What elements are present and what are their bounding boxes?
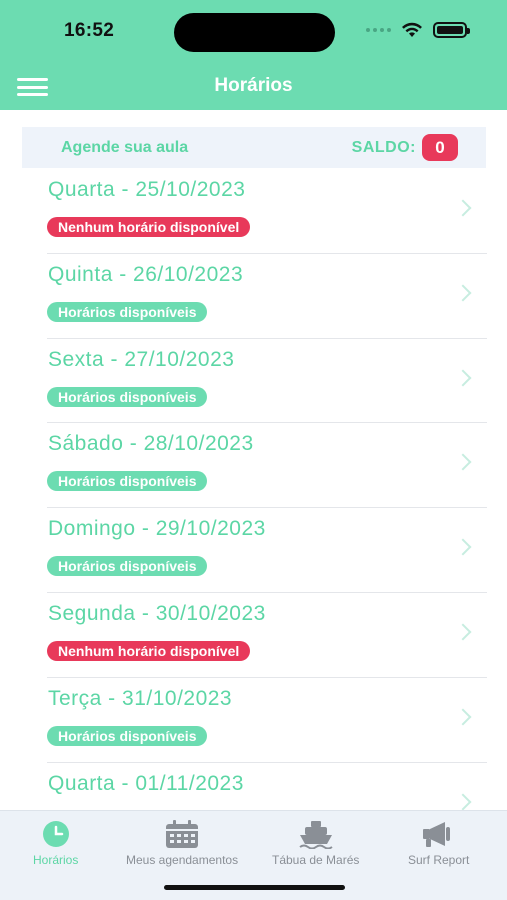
day-row[interactable]: Sábado - 28/10/2023 Horários disponíveis bbox=[47, 423, 487, 509]
battery-icon bbox=[433, 22, 470, 38]
day-title: Quinta - 26/10/2023 bbox=[48, 262, 244, 286]
chevron-right-icon bbox=[454, 538, 472, 556]
day-row[interactable]: Sexta - 27/10/2023 Horários disponíveis bbox=[47, 339, 487, 424]
app-header: 16:52 Horários bbox=[0, 0, 507, 110]
status-icons bbox=[366, 22, 470, 38]
tab-tabua-de-mares[interactable]: Tábua de Marés bbox=[272, 819, 359, 867]
day-title: Domingo - 29/10/2023 bbox=[48, 517, 266, 541]
chevron-right-icon bbox=[454, 453, 472, 471]
balance-label: SALDO: bbox=[351, 138, 416, 156]
tab-label: Meus agendamentos bbox=[126, 853, 239, 867]
wifi-icon bbox=[402, 22, 422, 37]
tab-label: Tábua de Marés bbox=[272, 853, 360, 867]
availability-badge: Nenhum horário disponível bbox=[47, 640, 251, 661]
day-row[interactable]: Quarta - 01/11/2023 bbox=[47, 763, 487, 810]
day-title: Terça - 31/10/2023 bbox=[48, 686, 233, 710]
day-title: Quarta - 01/11/2023 bbox=[48, 771, 244, 795]
tab-label: Horários bbox=[33, 853, 79, 867]
day-title: Sexta - 27/10/2023 bbox=[48, 347, 235, 371]
day-title: Sábado - 28/10/2023 bbox=[48, 432, 254, 456]
cellular-signal-icon bbox=[366, 28, 391, 32]
availability-badge: Horários disponíveis bbox=[47, 301, 208, 322]
status-time: 16:52 bbox=[64, 20, 115, 41]
page-title: Horários bbox=[214, 75, 293, 96]
calendar-icon bbox=[164, 819, 200, 849]
day-row[interactable]: Terça - 31/10/2023 Horários disponíveis bbox=[47, 678, 487, 763]
boat-icon bbox=[298, 819, 334, 849]
day-title: Quarta - 25/10/2023 bbox=[48, 178, 246, 201]
schedule-label: Agende sua aula bbox=[61, 138, 189, 156]
day-row[interactable]: Quinta - 26/10/2023 Horários disponíveis bbox=[47, 254, 487, 339]
balance-badge: 0 bbox=[422, 134, 458, 161]
day-list: Quarta - 25/10/2023 Nenhum horário dispo… bbox=[0, 169, 507, 810]
day-row[interactable]: Domingo - 29/10/2023 Horários disponívei… bbox=[47, 508, 487, 593]
home-indicator[interactable] bbox=[164, 885, 345, 890]
tab-label: Surf Report bbox=[408, 853, 470, 867]
chevron-right-icon bbox=[454, 284, 472, 302]
day-row[interactable]: Quarta - 25/10/2023 Nenhum horário dispo… bbox=[47, 169, 487, 254]
day-title: Segunda - 30/10/2023 bbox=[48, 601, 266, 625]
chevron-right-icon bbox=[454, 199, 472, 217]
chevron-right-icon bbox=[454, 623, 472, 641]
chevron-right-icon bbox=[454, 708, 472, 726]
dynamic-island bbox=[174, 13, 335, 52]
tab-meus-agendamentos[interactable]: Meus agendamentos bbox=[126, 819, 238, 867]
megaphone-icon bbox=[421, 819, 457, 849]
availability-badge: Horários disponíveis bbox=[47, 556, 208, 577]
chevron-right-icon bbox=[454, 793, 472, 810]
balance: SALDO: 0 bbox=[352, 134, 458, 161]
availability-badge: Horários disponíveis bbox=[47, 725, 208, 746]
tab-horarios[interactable]: Horários bbox=[33, 819, 78, 867]
tab-surf-report[interactable]: Surf Report bbox=[408, 819, 469, 867]
availability-badge: Horários disponíveis bbox=[47, 386, 208, 407]
availability-badge: Horários disponíveis bbox=[47, 471, 208, 492]
chevron-right-icon bbox=[454, 369, 472, 387]
booking-info-bar: Agende sua aula SALDO: 0 bbox=[22, 127, 486, 168]
availability-badge: Nenhum horário disponível bbox=[47, 217, 251, 237]
day-row[interactable]: Segunda - 30/10/2023 Nenhum horário disp… bbox=[47, 593, 487, 678]
clock-icon bbox=[38, 819, 74, 849]
